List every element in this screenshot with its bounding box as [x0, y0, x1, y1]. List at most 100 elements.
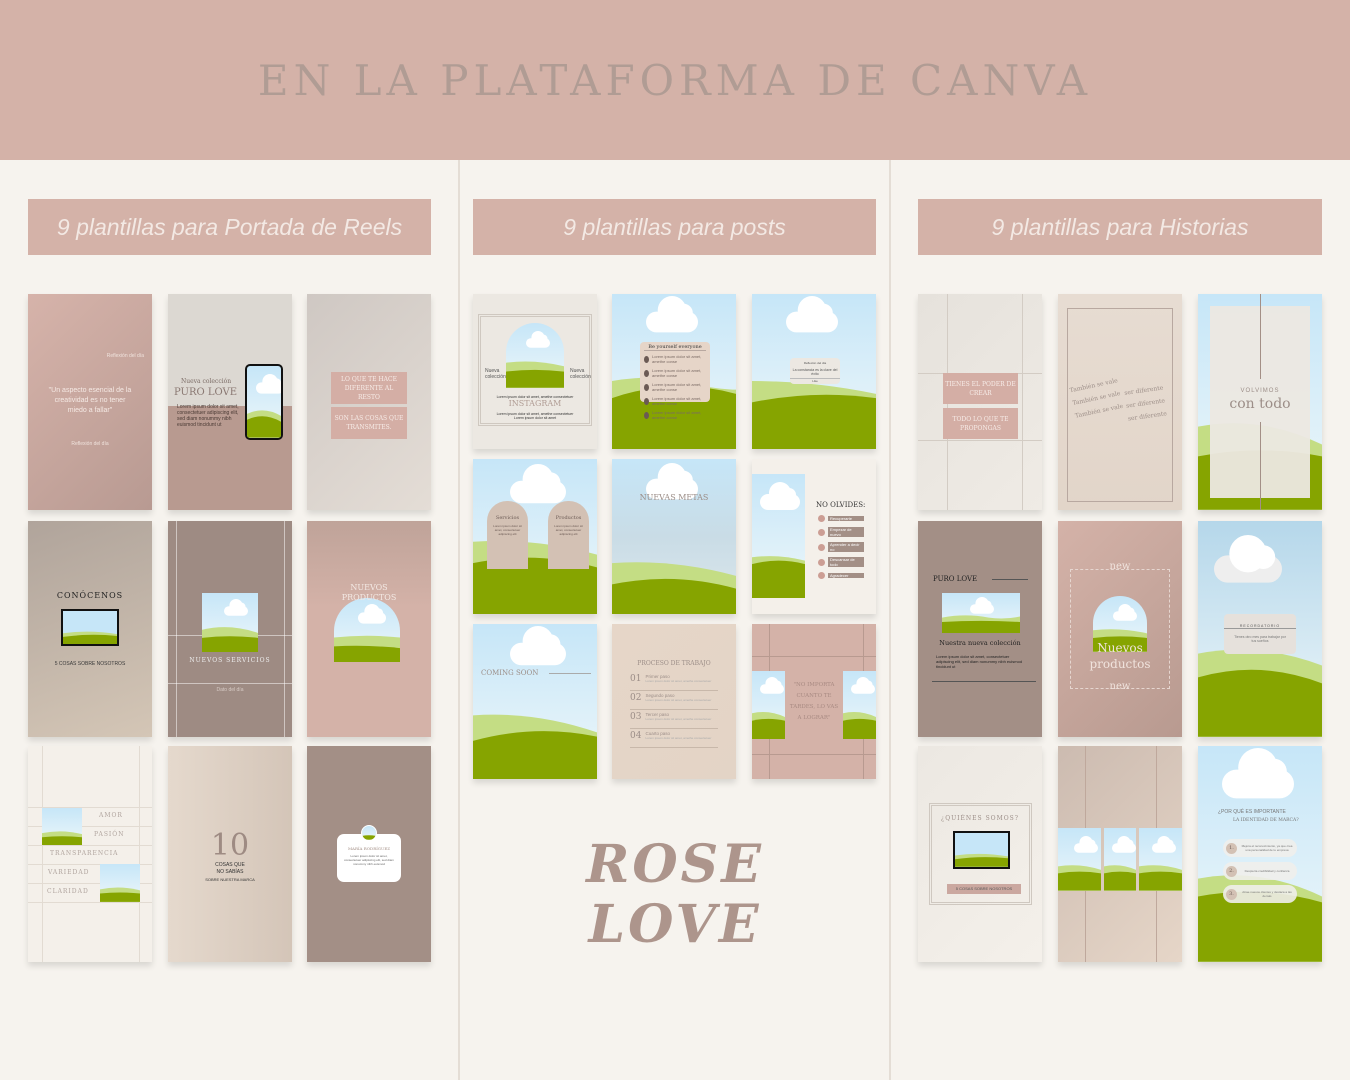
landscape-image — [843, 671, 876, 739]
cloud-icon — [1113, 604, 1137, 621]
checklist-item: Lorem ipsum dolor sit amet, amethe conse — [652, 354, 702, 364]
posts-banner: 9 plantillas para posts — [473, 199, 876, 255]
cloud-icon — [1112, 836, 1136, 853]
cloud-icon — [1214, 535, 1282, 583]
brand-line: LOVE — [588, 894, 762, 955]
cloud-icon — [358, 604, 386, 624]
process-step: 02 Segundo paso Lorem ipsum dolor sit amet… — [630, 691, 718, 710]
testimonial-name: MARÍA RODRÍGUEZ — [347, 846, 391, 851]
arch-image — [334, 598, 400, 662]
landscape-image — [100, 864, 140, 902]
arch-title: Productos — [555, 515, 582, 521]
story-template-recordatorio[interactable]: RECORDATORIO Tienes otro mes para trabaj… — [1198, 521, 1322, 737]
post-text: Lorem ipsum dolor sit amet, amethe conse… — [496, 412, 574, 420]
story-template-nuevos[interactable]: new Nuevos productos new — [1058, 521, 1182, 737]
reel-template-quote[interactable]: Reflexión del día "Un aspecto esencial d… — [28, 294, 152, 510]
reel-template-valores[interactable]: AMOR PASIÓN TRANSPARENCIA VARIEDAD CLARI… — [28, 746, 152, 962]
reel-template-servicios[interactable]: NUEVOS SERVICIOS Dato del día — [168, 521, 292, 737]
page-title: EN LA PLATAFORMA DE CANVA — [257, 56, 1093, 105]
new-label: new — [1109, 561, 1131, 572]
value-word: TRANSPARENCIA — [50, 850, 119, 857]
story-template-diferente[interactable]: También se vale También se vale También se… — [1058, 294, 1182, 510]
reel-template-puro-love[interactable]: Nueva colección PURO LOVE Lorem ipsum do… — [168, 294, 292, 510]
testimonial-body: Lorem ipsum dolor sit amet, consectetuer… — [344, 854, 394, 866]
step-number: 04 — [630, 731, 642, 741]
post-template-quote[interactable]: "NO IMPORTA CUANTO TE TARDES, LO VAS A L… — [752, 624, 876, 779]
process-step: 03 Tercer paso Lorem ipsum dolor sit amet,… — [630, 710, 718, 729]
story-template-puro-love[interactable]: PURO LOVE Nuestra nueva colección Lorem … — [918, 521, 1042, 737]
post-quote: "NO IMPORTA CUANTO TE TARDES, LO VAS A L… — [789, 682, 839, 721]
reel-subtitle: Nueva colección — [181, 378, 232, 385]
reel-quote: "Un aspecto esencial de la creatividad e… — [48, 387, 132, 414]
post-template-reflexion[interactable]: Reflexión del día La constancia es la cl… — [752, 294, 876, 449]
step-number: 02 — [630, 693, 642, 703]
reel-title: CONÓCENOS — [56, 591, 124, 600]
story-template-poder[interactable]: TIENES EL PODER DE CREAR TODO LO QUE TE … — [918, 294, 1042, 510]
brand-wordmark: ROSE LOVE — [560, 835, 790, 955]
story-template-quienes[interactable]: ¿QUIÉNES SOMOS? 5 COSAS SOBRE NOSOTROS — [918, 746, 1042, 962]
cloud-icon — [1152, 836, 1176, 853]
reminder-item: Recuperarte — [828, 516, 864, 521]
reel-foot: Reflexión del día — [71, 441, 109, 447]
arch-image — [506, 323, 564, 388]
side-label: Nueva colección — [570, 368, 591, 380]
story-title: productos — [1089, 657, 1151, 671]
step-text: Lorem ipsum dolor sit amet, amethe conse… — [645, 736, 712, 740]
story-title: PURO LOVE — [933, 575, 978, 583]
reel-template-conocenos[interactable]: CONÓCENOS 5 COSAS SOBRE NOSOTROS — [28, 521, 152, 737]
column-divider — [889, 160, 891, 1080]
reason-number: 3. — [1226, 888, 1237, 900]
landscape-image — [202, 593, 258, 652]
landscape-image — [752, 671, 785, 739]
post-template-coming-soon[interactable]: COMING SOON — [473, 624, 597, 779]
step-number: 03 — [630, 712, 642, 722]
post-template-instagram[interactable]: Nueva colección Nueva colección Lorem ip… — [473, 294, 597, 449]
about-button[interactable]: 5 COSAS SOBRE NOSOTROS — [947, 884, 1021, 894]
historias-banner: 9 plantillas para Historias — [918, 199, 1322, 255]
post-template-proceso[interactable]: PROCESO DE TRABAJO 01 Primer paso Lorem ip… — [612, 624, 736, 779]
reason-number: 1. — [1226, 842, 1237, 854]
post-template-checklist[interactable]: Be yourself everyone Lorem ipsum dolor s… — [612, 294, 736, 449]
arch-title: Servicios — [495, 515, 520, 521]
reel-template-10-cosas[interactable]: 10 COSAS QUE NO SABÍAS SOBRE NUESTRA MAR… — [168, 746, 292, 962]
step-text: Lorem ipsum dolor sit amet, amethe conse… — [645, 679, 712, 683]
post-template-no-olvides[interactable]: NO OLVIDES: Recuperarte Empezar de nuevo… — [752, 459, 876, 614]
reminder-item: Empezar de nuevo — [828, 527, 864, 537]
reel-text: SOBRE NUESTRA MARCA — [205, 877, 255, 882]
value-word: PASIÓN — [94, 831, 125, 838]
value-word: AMOR — [99, 812, 123, 819]
reel-template-boxes[interactable]: LO QUE TE HACE DIFERENTE AL RESTO SON LA… — [307, 294, 431, 510]
cloud-icon — [1222, 747, 1294, 799]
reason-text: Mejora el reconocimiento, ya que crea un… — [1241, 844, 1293, 852]
avatar — [361, 825, 377, 841]
post-template-servicios[interactable]: Servicios Lorem ipsum dolor sit amet, co… — [473, 459, 597, 614]
arch-body: Lorem ipsum dolor sit amet, consectetuer… — [493, 524, 522, 536]
cloud-icon — [786, 296, 838, 333]
reminder-item: Aprender a decir no — [828, 542, 864, 552]
story-subtitle: VOLVIMOS — [1240, 388, 1280, 394]
cloud-icon — [851, 677, 875, 694]
checklist-item: Lorem ipsum dolor sit amet, amethe conse — [652, 368, 702, 378]
laptop-mockup — [61, 609, 119, 646]
reel-subtitle: Dato del día — [216, 687, 244, 693]
post-title: NUEVAS METAS — [639, 493, 709, 502]
story-title: Nuevos — [1097, 641, 1143, 655]
text-box: TIENES EL PODER DE CREAR — [943, 373, 1018, 404]
reminder-title: RECORDATORIO — [1224, 624, 1296, 629]
text-box: TODO LO QUE TE PROPONGAS — [943, 408, 1018, 439]
story-template-collage[interactable] — [1058, 746, 1182, 962]
reel-template-productos[interactable]: NUEVOS PRODUCTOS — [307, 521, 431, 737]
arch-body: Lorem ipsum dolor sit amet, consectetuer… — [554, 524, 583, 536]
text-box: SON LAS COSAS QUE TRANSMITES. — [331, 407, 407, 439]
post-template-metas[interactable]: NUEVAS METAS — [612, 459, 736, 614]
landscape-image — [1139, 828, 1182, 891]
reel-template-testimonio[interactable]: MARÍA RODRÍGUEZ Lorem ipsum dolor sit am… — [307, 746, 431, 962]
reason-item: 1. Mejora el reconocimiento, ya que crea … — [1223, 839, 1297, 857]
story-template-volvimos[interactable]: VOLVIMOS con todo — [1198, 294, 1322, 510]
post-title: PROCESO DE TRABAJO — [637, 660, 711, 667]
story-template-identidad[interactable]: ¿POR QUÉ ES IMPORTANTE LA IDENTIDAD DE M… — [1198, 746, 1322, 962]
reason-number: 2. — [1226, 865, 1237, 877]
reason-text: Atrae nuevos clientes y destaca a las de… — [1242, 890, 1292, 898]
reel-text: NO SABÍAS — [216, 869, 244, 875]
checklist-item: Lorem ipsum dolor sit amet, amethe conse — [652, 382, 702, 392]
